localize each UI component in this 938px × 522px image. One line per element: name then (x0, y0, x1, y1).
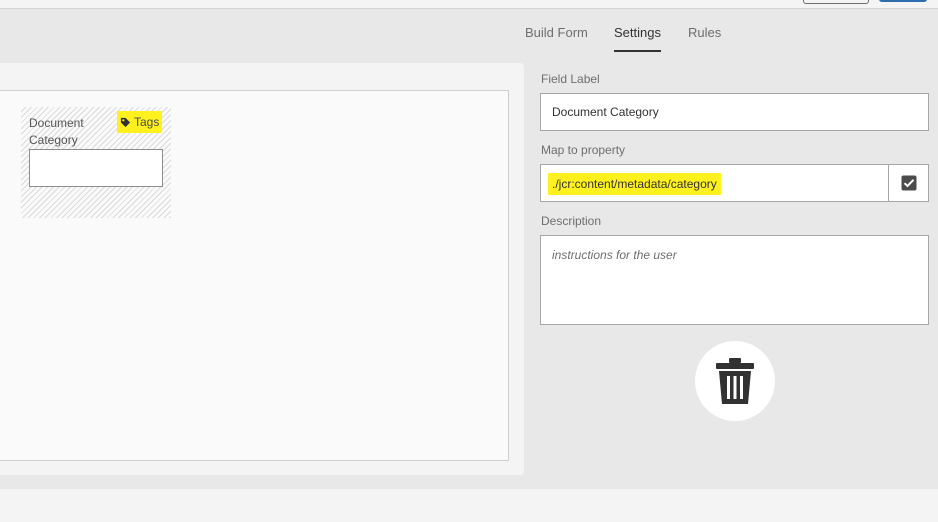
trash-icon (716, 358, 754, 404)
map-to-property-caption: Map to property (541, 143, 626, 157)
toolbar-button-secondary[interactable] (803, 0, 869, 4)
toolbar-button-primary[interactable] (879, 0, 927, 2)
map-to-property-input[interactable]: ./jcr:content/metadata/category (540, 164, 929, 202)
form-field-label: Document Category (29, 116, 84, 147)
map-to-property-checkbox[interactable] (888, 165, 928, 201)
settings-tabs: Build Form Settings Rules (0, 24, 938, 54)
bottom-strip (0, 489, 938, 522)
form-field-input-preview (29, 149, 163, 187)
field-label-input[interactable]: Document Category (540, 93, 929, 131)
delete-field-button[interactable] (695, 341, 775, 421)
map-to-property-value: ./jcr:content/metadata/category (548, 173, 721, 195)
description-placeholder: instructions for the user (552, 248, 677, 262)
tags-badge-label: Tags (134, 115, 160, 129)
form-field-card[interactable]: Document Category Tags (21, 107, 171, 218)
tab-settings[interactable]: Settings (614, 24, 661, 52)
tab-rules[interactable]: Rules (688, 24, 721, 42)
description-caption: Description (541, 214, 602, 228)
field-label-caption: Field Label (541, 72, 600, 86)
field-label-value: Document Category (552, 105, 659, 119)
tag-icon (120, 117, 131, 127)
checkbox-checked-icon (901, 175, 916, 191)
description-textarea[interactable]: instructions for the user (540, 235, 929, 325)
top-toolbar-strip (0, 0, 938, 9)
tab-build-form[interactable]: Build Form (525, 24, 588, 42)
tags-badge: Tags (117, 111, 163, 133)
